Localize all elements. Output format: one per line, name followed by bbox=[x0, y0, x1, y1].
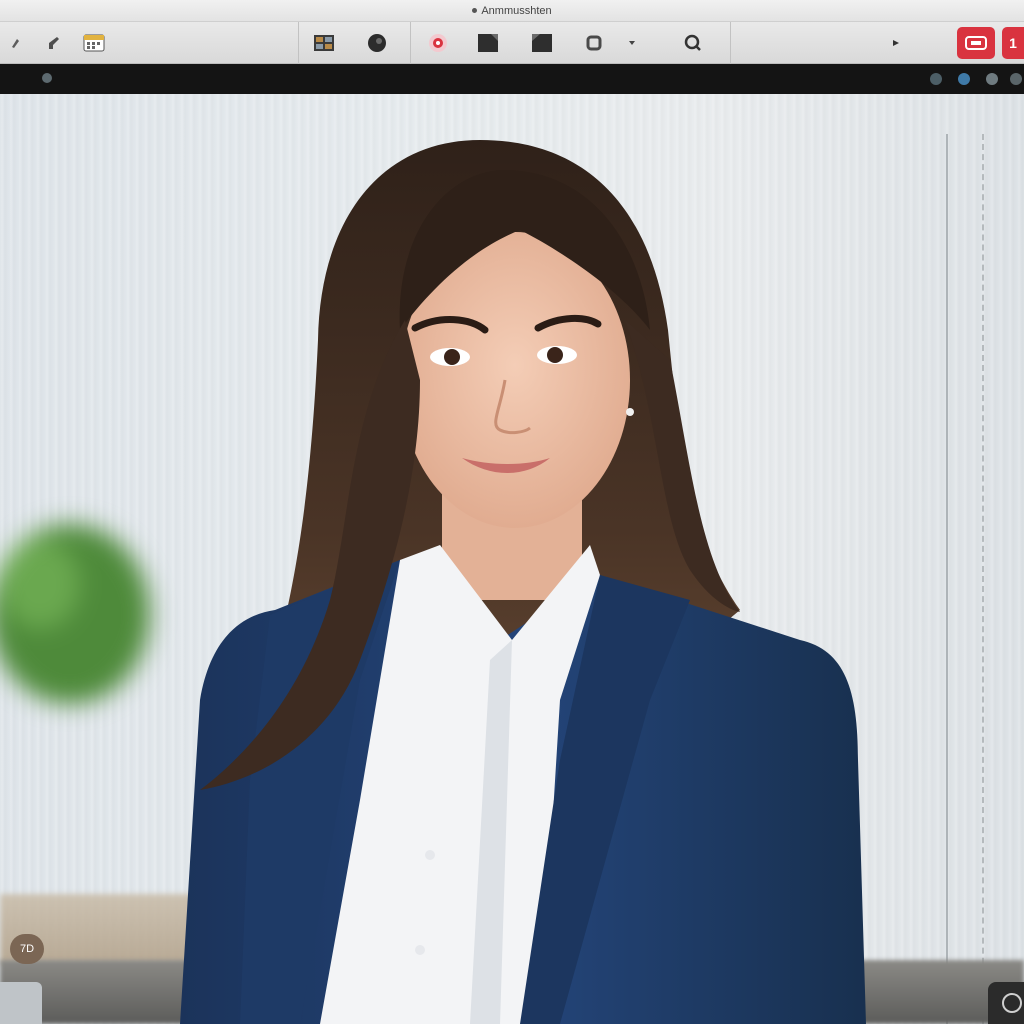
iris bbox=[547, 347, 563, 363]
square-icon bbox=[532, 34, 552, 52]
window-titlebar: Anmmusshten bbox=[0, 0, 1024, 22]
grid-view-button[interactable] bbox=[314, 33, 334, 53]
toolbar-separator bbox=[298, 22, 299, 64]
option-icon[interactable] bbox=[930, 73, 942, 85]
main-toolbar: 1 bbox=[0, 22, 1024, 64]
iris bbox=[444, 349, 460, 365]
zoom-badge[interactable]: 7D bbox=[10, 934, 44, 964]
dropdown-chevron-icon bbox=[629, 41, 635, 45]
panel-toggle-left[interactable] bbox=[0, 982, 42, 1024]
canvas-viewport[interactable]: 7D bbox=[0, 94, 1024, 1024]
earring bbox=[626, 408, 634, 416]
portrait-photo bbox=[180, 140, 866, 1024]
info-icon[interactable] bbox=[958, 73, 970, 85]
red-tab-label: 1 bbox=[1009, 35, 1017, 51]
crop-icon bbox=[586, 35, 602, 51]
red-tab[interactable]: 1 bbox=[1002, 27, 1024, 59]
gear-icon[interactable] bbox=[986, 73, 998, 85]
pen-tool-button[interactable] bbox=[6, 33, 26, 53]
effects-button[interactable] bbox=[428, 33, 448, 53]
toolbar-separator bbox=[730, 22, 731, 64]
zoom-search-button[interactable] bbox=[683, 33, 703, 53]
grid-icon bbox=[314, 35, 334, 51]
tool-dropdown[interactable] bbox=[624, 33, 640, 53]
document-icon bbox=[472, 8, 478, 13]
button bbox=[425, 850, 435, 860]
search-icon bbox=[684, 34, 701, 51]
option-icon[interactable] bbox=[42, 73, 52, 83]
play-icon bbox=[893, 40, 899, 46]
options-bar bbox=[0, 64, 1024, 94]
square-icon bbox=[478, 34, 498, 52]
play-button[interactable] bbox=[888, 33, 904, 53]
calendar-button[interactable] bbox=[82, 33, 106, 53]
window-title: Anmmusshten bbox=[481, 4, 552, 17]
more-icon[interactable] bbox=[1010, 73, 1022, 85]
circle-record-icon bbox=[368, 34, 386, 52]
mask-button[interactable] bbox=[531, 33, 553, 53]
comment-icon bbox=[965, 36, 987, 50]
pen-icon bbox=[12, 39, 19, 48]
brush-icon bbox=[49, 37, 59, 49]
panel-toggle-right[interactable] bbox=[988, 982, 1024, 1024]
calendar-icon bbox=[83, 34, 105, 52]
button bbox=[415, 945, 425, 955]
record-button[interactable] bbox=[367, 33, 387, 53]
layer-button[interactable] bbox=[477, 33, 499, 53]
toolbar-separator bbox=[410, 22, 411, 64]
panel-icon bbox=[1002, 993, 1022, 1013]
flower-icon bbox=[429, 34, 447, 52]
crop-button[interactable] bbox=[585, 33, 605, 53]
window-title-group: Anmmusshten bbox=[472, 4, 552, 17]
zoom-label: 7D bbox=[19, 943, 35, 955]
comment-button[interactable] bbox=[957, 27, 995, 59]
brush-tool-button[interactable] bbox=[44, 33, 64, 53]
